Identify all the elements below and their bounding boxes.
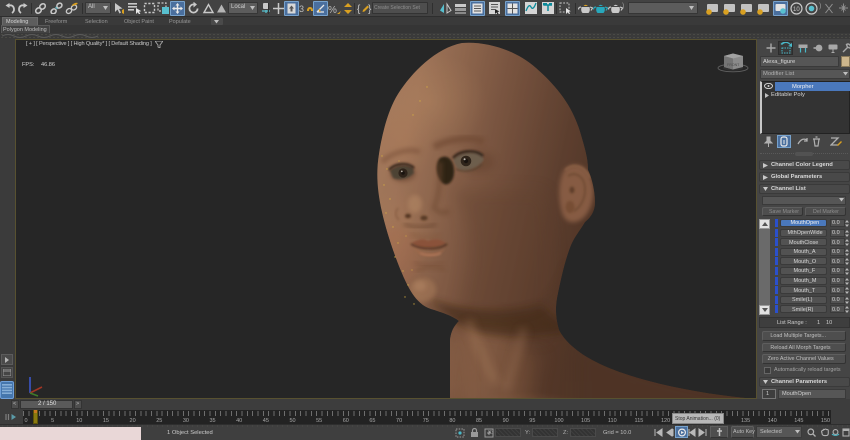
svg-text:{: { xyxy=(357,4,361,15)
svg-text:3: 3 xyxy=(299,4,304,14)
svg-text:%: % xyxy=(328,5,337,15)
svg-text:10: 10 xyxy=(793,7,800,13)
svg-text:FRONT: FRONT xyxy=(727,63,740,67)
